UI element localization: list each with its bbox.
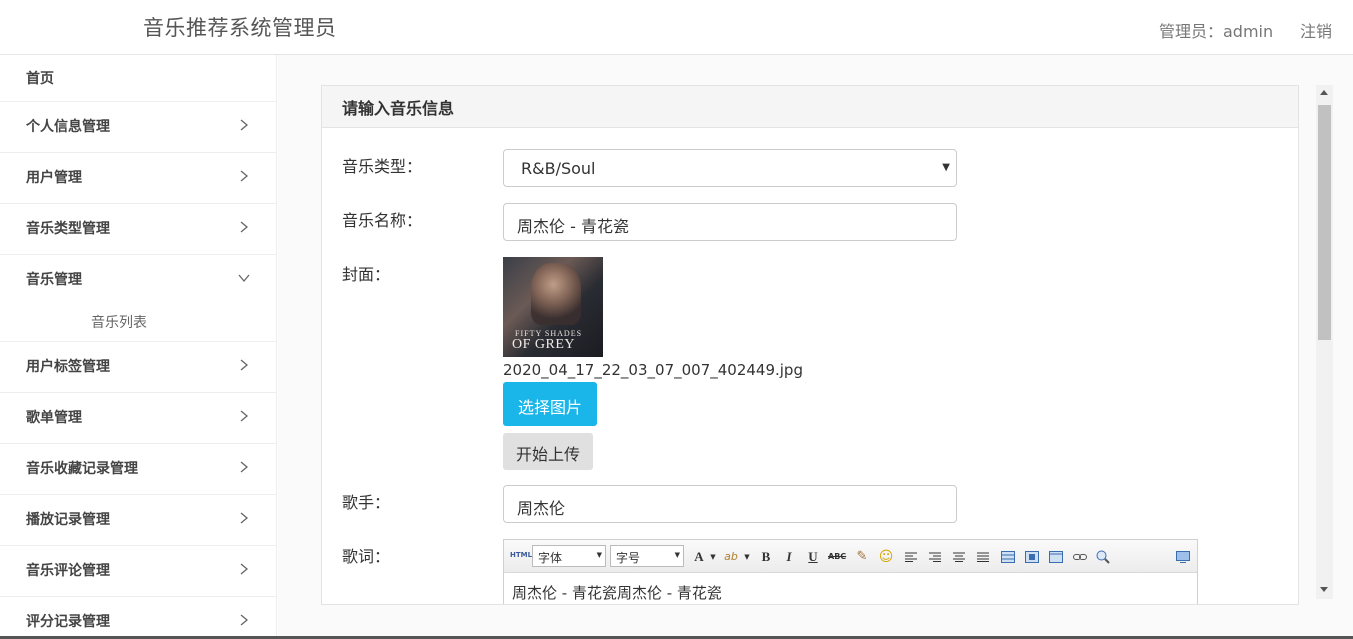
sidebar-subitem-label: 音乐列表 bbox=[91, 315, 147, 331]
strikethrough-icon[interactable]: ABC bbox=[828, 548, 846, 566]
lyrics-editor[interactable]: HTML 字体 ▼ 字号 ▼ A ▼ ab ▼ B I U ABC ✎ ☺ 周杰… bbox=[503, 539, 1198, 604]
scrollbar-thumb[interactable] bbox=[1318, 105, 1331, 340]
sidebar-item-label: 用户管理 bbox=[26, 170, 82, 186]
font-family-select[interactable]: 字体 ▼ bbox=[532, 545, 606, 567]
logout-link[interactable]: 注销 bbox=[1300, 18, 1332, 42]
sidebar-item-user-tags[interactable]: 用户标签管理 bbox=[0, 342, 276, 393]
sidebar-item-label: 音乐收藏记录管理 bbox=[26, 461, 138, 477]
singer-input[interactable]: 周杰伦 bbox=[503, 485, 957, 523]
admin-label: 管理员：admin bbox=[1159, 22, 1274, 41]
sidebar-item-label: 个人信息管理 bbox=[26, 119, 110, 135]
search-icon[interactable] bbox=[1096, 550, 1110, 564]
sidebar-item-ratings[interactable]: 评分记录管理 bbox=[0, 597, 276, 639]
cover-image: FIFTY SHADES OF GREY bbox=[503, 257, 603, 357]
caret-down-icon[interactable]: ▼ bbox=[738, 548, 756, 566]
link-icon[interactable] bbox=[1073, 552, 1087, 562]
sidebar-item-play-history[interactable]: 播放记录管理 bbox=[0, 495, 276, 546]
font-family-value: 字体 bbox=[538, 551, 563, 565]
content-scrollbar[interactable] bbox=[1316, 85, 1333, 599]
sidebar-item-playlists[interactable]: 歌单管理 bbox=[0, 393, 276, 444]
name-label: 音乐名称： bbox=[342, 211, 423, 230]
emoticon-icon[interactable]: ☺ bbox=[877, 548, 895, 566]
caret-down-icon: ▼ bbox=[674, 551, 680, 559]
align-left-icon[interactable] bbox=[905, 552, 917, 562]
font-size-value: 字号 bbox=[616, 551, 641, 565]
sidebar-item-favorites[interactable]: 音乐收藏记录管理 bbox=[0, 444, 276, 495]
sidebar-item-music[interactable]: 音乐管理 bbox=[0, 255, 276, 306]
app-title: 音乐推荐系统管理员 bbox=[143, 16, 337, 40]
cover-artwork bbox=[531, 263, 581, 325]
sidebar-item-label: 歌单管理 bbox=[26, 410, 82, 426]
singer-label: 歌手： bbox=[342, 493, 391, 512]
sidebar-item-label: 音乐管理 bbox=[26, 272, 82, 288]
bold-icon[interactable]: B bbox=[757, 548, 775, 566]
align-right-icon[interactable] bbox=[929, 552, 941, 562]
align-justify-icon[interactable] bbox=[977, 552, 989, 562]
sidebar-item-label: 音乐类型管理 bbox=[26, 221, 110, 237]
chevron-right-icon bbox=[240, 170, 249, 182]
italic-icon[interactable]: I bbox=[780, 548, 798, 566]
insert-image-icon[interactable] bbox=[1025, 551, 1039, 563]
html-source-button[interactable]: HTML bbox=[510, 551, 532, 559]
caret-down-icon[interactable]: ▼ bbox=[704, 548, 722, 566]
sidebar-item-comments[interactable]: 音乐评论管理 bbox=[0, 546, 276, 597]
align-center-icon[interactable] bbox=[953, 552, 965, 562]
top-bar: 音乐推荐系统管理员 管理员：admin 注销 bbox=[0, 0, 1353, 55]
sidebar-item-label: 用户标签管理 bbox=[26, 359, 110, 375]
sidebar: 首页 个人信息管理 用户管理 音乐类型管理 音乐管理 音乐列表 用户标签管理 歌… bbox=[0, 55, 277, 639]
cover-text-line2: OF GREY bbox=[512, 337, 576, 352]
clear-format-brush-icon[interactable]: ✎ bbox=[853, 548, 871, 566]
type-label: 音乐类型： bbox=[342, 157, 423, 176]
start-upload-button[interactable]: 开始上传 bbox=[503, 433, 593, 470]
sidebar-item-profile[interactable]: 个人信息管理 bbox=[0, 102, 276, 153]
insert-table-icon[interactable] bbox=[1001, 551, 1015, 563]
music-type-select[interactable]: R&B/Soul ▼ bbox=[503, 149, 957, 187]
sidebar-subitem-music-list[interactable]: 音乐列表 bbox=[0, 306, 276, 342]
chevron-right-icon bbox=[240, 563, 249, 575]
panel-heading: 请输入音乐信息 bbox=[322, 86, 1298, 128]
chevron-right-icon bbox=[240, 410, 249, 422]
lyrics-text: 周杰伦 - 青花瓷周杰伦 - 青花瓷 bbox=[512, 584, 722, 602]
chevron-right-icon bbox=[240, 119, 249, 131]
chevron-right-icon bbox=[240, 359, 249, 371]
caret-down-icon: ▼ bbox=[942, 162, 950, 173]
sidebar-item-users[interactable]: 用户管理 bbox=[0, 153, 276, 204]
sidebar-item-label: 播放记录管理 bbox=[26, 512, 110, 528]
chevron-right-icon bbox=[240, 461, 249, 473]
cover-filename: 2020_04_17_22_03_07_007_402449.jpg bbox=[503, 361, 803, 379]
caret-down-icon: ▼ bbox=[596, 551, 602, 559]
sidebar-item-label: 评分记录管理 bbox=[26, 614, 110, 630]
insert-media-icon[interactable] bbox=[1049, 551, 1063, 563]
sidebar-item-label: 音乐评论管理 bbox=[26, 563, 110, 579]
fullscreen-icon[interactable] bbox=[1176, 551, 1190, 563]
choose-image-button[interactable]: 选择图片 bbox=[503, 382, 597, 426]
sidebar-item-music-types[interactable]: 音乐类型管理 bbox=[0, 204, 276, 255]
chevron-down-icon bbox=[238, 274, 250, 283]
scroll-up-arrow-icon[interactable] bbox=[1320, 90, 1328, 95]
main-content: 请输入音乐信息 音乐类型： R&B/Soul ▼ 音乐名称： 周杰伦 - 青花瓷… bbox=[278, 55, 1353, 639]
editor-toolbar: HTML 字体 ▼ 字号 ▼ A ▼ ab ▼ B I U ABC ✎ ☺ bbox=[504, 540, 1197, 573]
sidebar-item-label: 首页 bbox=[26, 71, 54, 87]
scroll-down-arrow-icon[interactable] bbox=[1320, 587, 1328, 592]
music-type-value: R&B/Soul bbox=[521, 159, 596, 178]
font-size-select[interactable]: 字号 ▼ bbox=[610, 545, 684, 567]
chevron-right-icon bbox=[240, 614, 249, 626]
underline-icon[interactable]: U bbox=[804, 548, 822, 566]
cover-label: 封面： bbox=[342, 265, 391, 284]
sidebar-item-home[interactable]: 首页 bbox=[0, 55, 276, 102]
music-form-panel: 请输入音乐信息 音乐类型： R&B/Soul ▼ 音乐名称： 周杰伦 - 青花瓷… bbox=[321, 85, 1299, 605]
music-name-input[interactable]: 周杰伦 - 青花瓷 bbox=[503, 203, 957, 241]
lyrics-label: 歌词： bbox=[342, 547, 391, 566]
chevron-right-icon bbox=[240, 221, 249, 233]
chevron-right-icon bbox=[240, 512, 249, 524]
